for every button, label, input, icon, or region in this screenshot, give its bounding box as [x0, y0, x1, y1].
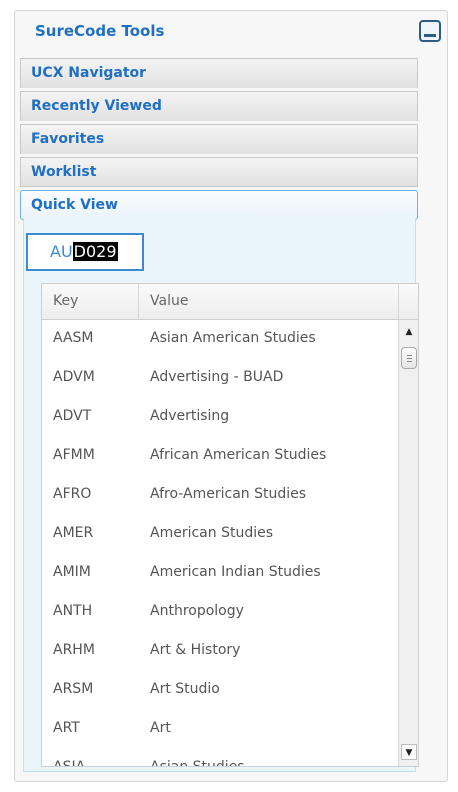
accordion-label: Favorites	[31, 131, 105, 147]
accordion-quick-view[interactable]: Quick View	[20, 190, 418, 220]
table-row[interactable]: AFMM African American Studies	[42, 437, 398, 476]
table-row[interactable]: ARSM Art Studio	[42, 671, 398, 710]
accordion-worklist[interactable]: Worklist	[20, 157, 418, 187]
grip-line	[407, 355, 412, 356]
key-value-grid: Key Value AASM Asian American Studies ADV…	[41, 283, 419, 767]
table-row[interactable]: ANTH Anthropology	[42, 593, 398, 632]
grid-scrollbar[interactable]: ▲ ▼	[398, 320, 418, 766]
cell-key: AASM	[53, 330, 94, 346]
cell-value: Asian Studies	[150, 759, 245, 767]
table-row[interactable]: AMIM American Indian Studies	[42, 554, 398, 593]
cell-value: Art & History	[150, 642, 241, 658]
cell-key: ASIA	[53, 759, 86, 767]
code-search-input[interactable]: AUD029	[26, 233, 144, 271]
panel-title: SureCode Tools	[35, 22, 165, 40]
cell-value: Advertising	[150, 408, 230, 424]
cell-key: AMER	[53, 525, 94, 541]
table-row[interactable]: AMER American Studies	[42, 515, 398, 554]
accordion-label: Worklist	[31, 164, 97, 180]
grip-line	[407, 361, 412, 362]
column-divider	[398, 284, 399, 320]
collapse-button[interactable]	[419, 20, 441, 42]
cell-value: Afro-American Studies	[150, 486, 307, 502]
accordion-favorites[interactable]: Favorites	[20, 124, 418, 154]
cell-key: AFRO	[53, 486, 92, 502]
cell-value: Asian American Studies	[150, 330, 316, 346]
accordion-label: Quick View	[31, 197, 118, 213]
grid-rows: AASM Asian American Studies ADVM Advertisi…	[42, 320, 398, 767]
grip-line	[407, 358, 412, 359]
table-row[interactable]: AFRO Afro-American Studies	[42, 476, 398, 515]
cell-key: ARHM	[53, 642, 95, 658]
column-header-value[interactable]: Value	[150, 293, 188, 309]
cell-key: AFMM	[53, 447, 95, 463]
accordion-label: UCX Navigator	[31, 65, 147, 81]
table-row[interactable]: ART Art	[42, 710, 398, 749]
minus-box-icon	[424, 34, 436, 37]
table-row[interactable]: ADVM Advertising - BUAD	[42, 359, 398, 398]
cell-key: ART	[53, 720, 80, 736]
panel-header: SureCode Tools	[15, 11, 447, 55]
scroll-down-arrow-icon[interactable]: ▼	[401, 744, 417, 760]
cell-key: AMIM	[53, 564, 91, 580]
accordion-recently-viewed[interactable]: Recently Viewed	[20, 91, 418, 121]
cell-key: ARSM	[53, 681, 94, 697]
cell-value: American Indian Studies	[150, 564, 321, 580]
cell-value: American Studies	[150, 525, 274, 541]
accordion-label: Recently Viewed	[31, 98, 162, 114]
table-row[interactable]: AASM Asian American Studies	[42, 320, 398, 359]
cell-value: Anthropology	[150, 603, 244, 619]
table-row[interactable]: ADVT Advertising	[42, 398, 398, 437]
table-row[interactable]: ASIA Asian Studies	[42, 749, 398, 767]
scroll-up-arrow-icon[interactable]: ▲	[401, 324, 417, 340]
cell-key: ADVM	[53, 369, 95, 385]
cell-value: Art Studio	[150, 681, 220, 697]
cell-value: African American Studies	[150, 447, 327, 463]
cell-value: Art	[150, 720, 171, 736]
scroll-thumb[interactable]	[401, 347, 417, 369]
column-header-key[interactable]: Key	[53, 293, 78, 309]
table-row[interactable]: ARHM Art & History	[42, 632, 398, 671]
cell-value: Advertising - BUAD	[150, 369, 284, 385]
input-selected-text: D029	[72, 242, 118, 261]
column-divider	[138, 284, 139, 320]
accordion-ucx-navigator[interactable]: UCX Navigator	[20, 58, 418, 88]
input-text: AU	[50, 242, 73, 261]
cell-key: ANTH	[53, 603, 93, 619]
cell-key: ADVT	[53, 408, 92, 424]
grid-header: Key Value	[42, 284, 418, 320]
